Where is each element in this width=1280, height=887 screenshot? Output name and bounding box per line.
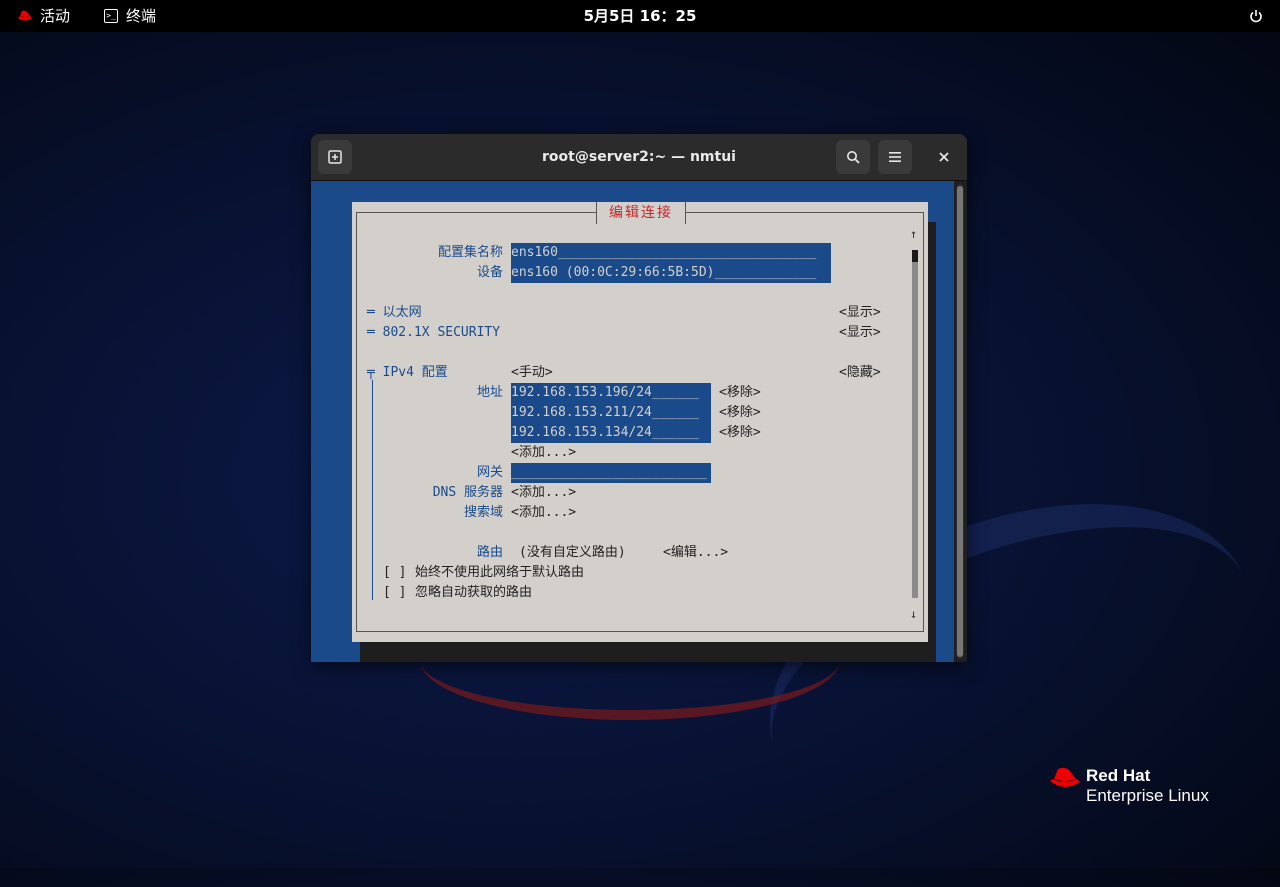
routing-value: (没有自定义路由) [519, 545, 626, 560]
redhat-logo-icon [1050, 767, 1080, 787]
dns-label: DNS 服务器 [432, 485, 503, 500]
ipv4-method-select[interactable]: <手动> [511, 363, 553, 383]
profile-name-label: 配置集名称 [437, 245, 503, 260]
new-tab-button[interactable] [318, 140, 352, 174]
edit-connection-dialog: 编辑连接 ↑ ↓ 配置集名称 ens160___________________… [352, 202, 928, 642]
security-show-button[interactable]: <显示> [839, 323, 881, 343]
gateway-label: 网关 [476, 465, 503, 480]
close-button[interactable] [927, 140, 961, 174]
ethernet-section-toggle[interactable]: ═ 以太网 [367, 303, 422, 323]
address-label: 地址 [476, 385, 503, 400]
add-address-button[interactable]: <添加...> [511, 443, 576, 463]
device-input[interactable]: ens160 (00:0C:29:66:5B:5D)_____________ [511, 263, 831, 283]
search-icon [847, 151, 860, 164]
logo-product: Enterprise Linux [1086, 786, 1209, 805]
window-titlebar[interactable]: root@server2:~ — nmtui [311, 134, 967, 181]
edit-routes-button[interactable]: <编辑...> [663, 543, 728, 563]
redhat-logo: Red Hat Enterprise Linux [1048, 764, 1228, 808]
dialog-shadow [360, 642, 936, 662]
terminal-window[interactable]: root@server2:~ — nmtui 编辑连接 ↑ ↓ 配置集名称 en… [311, 134, 967, 662]
menu-button[interactable] [878, 140, 912, 174]
hamburger-icon [889, 152, 901, 162]
ignore-routes-checkbox[interactable]: [ ] [383, 583, 406, 603]
top-bar: 活动 >_ 终端 5月5日 16：25 [0, 0, 1280, 32]
dialog-title: 编辑连接 [596, 202, 686, 224]
device-label: 设备 [476, 265, 503, 280]
scroll-up-icon[interactable]: ↑ [910, 224, 917, 244]
routing-label: 路由 [476, 545, 503, 560]
address-input[interactable]: 192.168.153.211/24______ [511, 403, 711, 423]
ignore-routes-label: 忽略自动获取的路由 [415, 585, 533, 600]
scroll-down-icon[interactable]: ↓ [910, 604, 917, 624]
ethernet-show-button[interactable]: <显示> [839, 303, 881, 323]
never-default-checkbox[interactable]: [ ] [383, 563, 406, 583]
security-section-toggle[interactable]: ═ 802.1X SECURITY [367, 323, 500, 343]
add-dns-button[interactable]: <添加...> [511, 483, 576, 503]
remove-address-button[interactable]: <移除> [719, 403, 761, 423]
ipv4-section-label: ╤ IPv4 配置 [367, 365, 448, 380]
address-input[interactable]: 192.168.153.196/24______ [511, 383, 711, 403]
address-input[interactable]: 192.168.153.134/24______ [511, 423, 711, 443]
scrollbar-track[interactable] [912, 250, 918, 598]
logo-brand: Red Hat [1086, 766, 1151, 785]
clock-label: 5月5日 16：25 [583, 7, 697, 25]
search-button[interactable] [836, 140, 870, 174]
never-default-label: 始终不使用此网络于默认路由 [415, 565, 585, 580]
clock[interactable]: 5月5日 16：25 [0, 0, 1280, 32]
power-icon [1250, 10, 1262, 23]
close-icon [939, 152, 949, 162]
window-scrollbar[interactable] [956, 184, 964, 659]
ipv4-hide-button[interactable]: <隐藏> [839, 363, 881, 383]
system-menu-button[interactable] [1244, 0, 1268, 32]
terminal-area[interactable]: 编辑连接 ↑ ↓ 配置集名称 ens160___________________… [311, 181, 954, 662]
ipv4-section-line [372, 380, 373, 600]
search-domain-label: 搜索域 [463, 505, 503, 520]
new-tab-icon [328, 150, 342, 164]
dialog-shadow [928, 222, 936, 662]
remove-address-button[interactable]: <移除> [719, 423, 761, 443]
scrollbar-thumb[interactable] [912, 250, 918, 262]
profile-name-input[interactable]: ens160_________________________________ [511, 243, 831, 263]
window-scrollbar-thumb[interactable] [957, 186, 963, 657]
add-search-domain-button[interactable]: <添加...> [511, 503, 576, 523]
gateway-input[interactable]: _________________________ [511, 463, 711, 483]
remove-address-button[interactable]: <移除> [719, 383, 761, 403]
